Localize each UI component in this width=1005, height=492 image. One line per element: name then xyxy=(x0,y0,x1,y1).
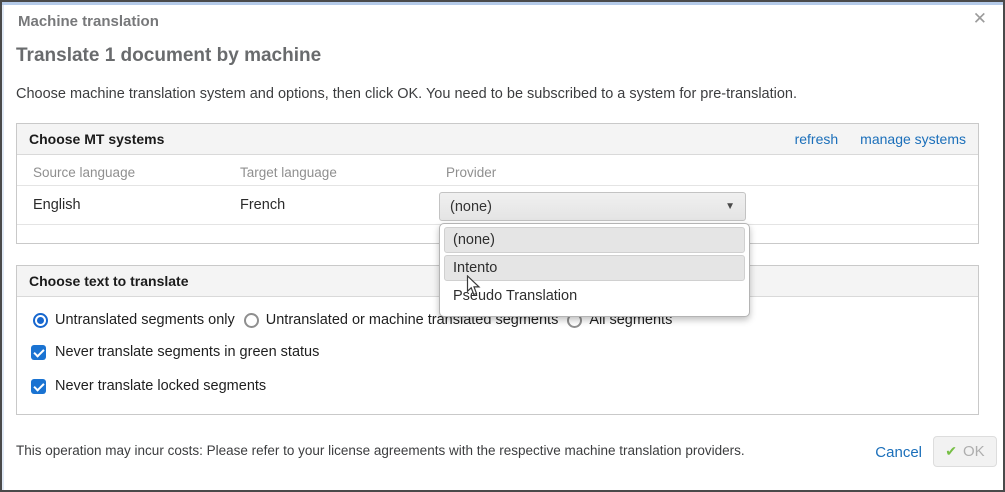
machine-translation-dialog: Machine translation ✕ Translate 1 docume… xyxy=(0,0,1005,492)
ok-button[interactable]: ✔ OK xyxy=(933,436,997,467)
provider-option-none[interactable]: (none) xyxy=(444,227,745,253)
mt-systems-panel-header: Choose MT systems refresh manage systems xyxy=(17,124,978,155)
manage-systems-link[interactable]: manage systems xyxy=(860,131,966,147)
column-header-target-language: Target language xyxy=(240,165,337,180)
radio-untranslated-only-label[interactable]: Untranslated segments only xyxy=(55,312,235,328)
table-header-divider xyxy=(17,185,978,186)
page-title: Translate 1 document by machine xyxy=(16,45,321,67)
radio-untranslated-only[interactable] xyxy=(33,313,48,328)
provider-dropdown-list: (none) Intento Pseudo Translation xyxy=(439,223,750,317)
table-row-target-language: French xyxy=(240,197,285,213)
cancel-button[interactable]: Cancel xyxy=(875,444,922,461)
dialog-title: Machine translation xyxy=(18,13,159,30)
text-panel-title: Choose text to translate xyxy=(29,273,188,289)
provider-option-intento[interactable]: Intento xyxy=(444,255,745,281)
checkbox-row-green-status: Never translate segments in green status xyxy=(31,344,319,360)
check-icon: ✔ xyxy=(945,443,957,460)
checkbox-never-locked[interactable] xyxy=(31,379,46,394)
column-header-provider: Provider xyxy=(446,165,496,180)
chevron-down-icon: ▼ xyxy=(725,201,735,212)
column-header-source-language: Source language xyxy=(33,165,135,180)
checkbox-never-green-status-label[interactable]: Never translate segments in green status xyxy=(55,344,319,360)
close-icon[interactable]: ✕ xyxy=(973,10,987,27)
mt-systems-panel-title: Choose MT systems xyxy=(29,131,164,147)
checkbox-never-green-status[interactable] xyxy=(31,345,46,360)
refresh-link[interactable]: refresh xyxy=(795,131,839,147)
radio-untranslated-or-machine[interactable] xyxy=(244,313,259,328)
provider-select-value: (none) xyxy=(450,199,492,215)
provider-option-pseudo-translation[interactable]: Pseudo Translation xyxy=(444,283,745,309)
ok-button-label: OK xyxy=(963,443,985,460)
checkbox-row-locked-segments: Never translate locked segments xyxy=(31,378,266,394)
provider-select[interactable]: (none) ▼ xyxy=(439,192,746,221)
table-row-source-language: English xyxy=(33,197,81,213)
cost-warning-note: This operation may incur costs: Please r… xyxy=(16,443,745,458)
checkbox-never-locked-label[interactable]: Never translate locked segments xyxy=(55,378,266,394)
dialog-description: Choose machine translation system and op… xyxy=(16,86,797,102)
